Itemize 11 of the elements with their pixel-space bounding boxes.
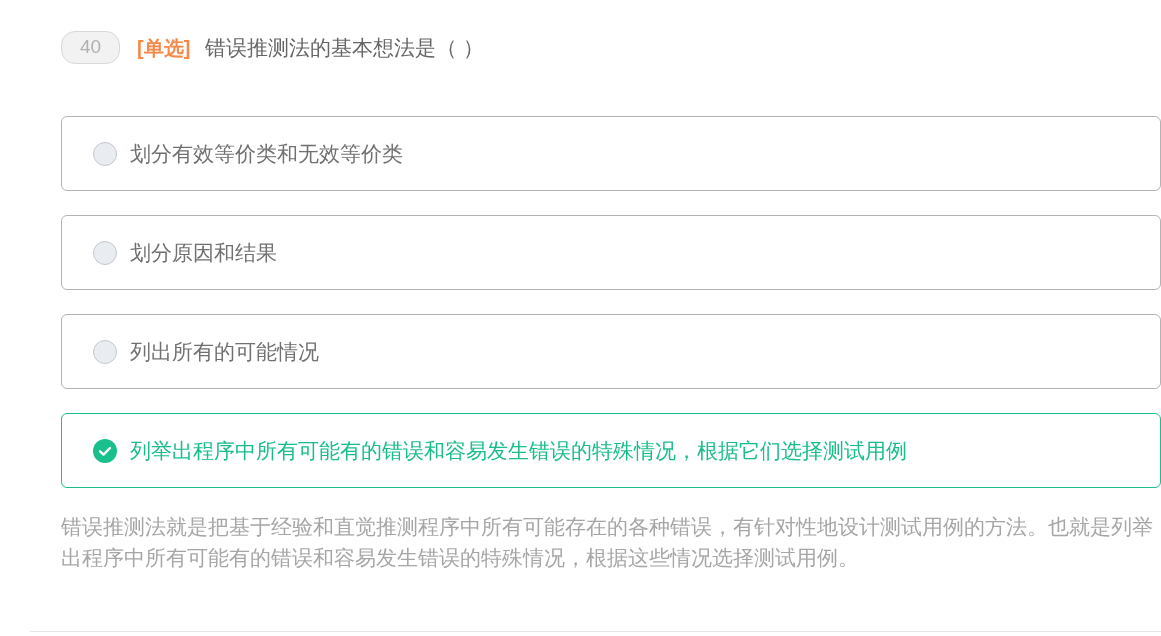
radio-icon: [93, 339, 117, 364]
question-number: 40: [61, 31, 120, 64]
radio-icon: [93, 141, 117, 166]
radio-icon: [93, 240, 117, 265]
answer-option[interactable]: 划分原因和结果: [61, 215, 1161, 290]
explanation-text: 错误推测法就是把基于经验和直觉推测程序中所有可能存在的各种错误，有针对性地设计测试用例的方法。也就是列举出程序中所有可能有的错误和容易发生错误的特殊情况，根据这些情况选择测试用例。: [61, 514, 1154, 571]
question-text: 错误推测法的基本想法是（ ）: [205, 34, 485, 61]
check-circle-icon: [93, 438, 117, 463]
question-type-tag: [单选]: [137, 32, 191, 63]
answer-option[interactable]: 划分有效等价类和无效等价类: [61, 116, 1161, 191]
answer-option[interactable]: 列出所有的可能情况: [61, 314, 1161, 389]
